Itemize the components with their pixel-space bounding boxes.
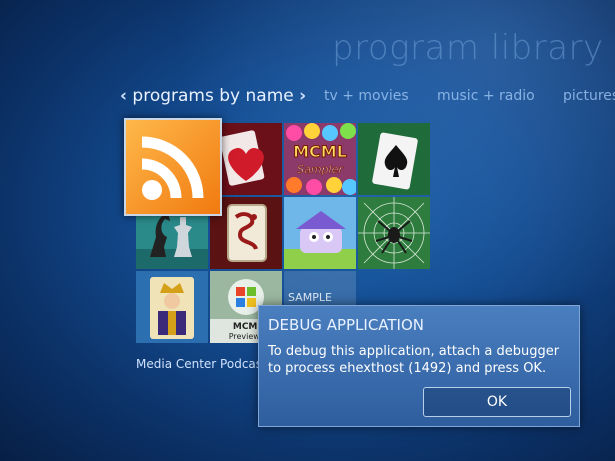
- spider-solitaire-tile[interactable]: [358, 197, 430, 269]
- tab-music-radio[interactable]: music + radio: [437, 88, 535, 104]
- spider-icon: [358, 197, 430, 269]
- rss-icon: [126, 120, 220, 214]
- svg-text:Sampler: Sampler: [297, 163, 344, 176]
- king-card-icon: [136, 271, 208, 343]
- tab-tv-movies[interactable]: tv + movies: [324, 88, 409, 104]
- debug-dialog: DEBUG APPLICATION To debug this applicat…: [258, 305, 580, 427]
- selected-item-caption: Media Center Podcast: [136, 357, 267, 371]
- freecell-tile[interactable]: [136, 271, 208, 343]
- purble-place-tile[interactable]: [284, 197, 356, 269]
- chevron-left-icon[interactable]: ‹: [120, 86, 127, 106]
- category-nav: ‹ programs by name › tv + movies music +…: [0, 86, 615, 110]
- dialog-title: DEBUG APPLICATION: [268, 316, 425, 334]
- candy-icon: MCML Sampler: [284, 123, 356, 195]
- chevron-right-icon[interactable]: ›: [299, 86, 306, 106]
- nav-active-label[interactable]: programs by name: [132, 86, 293, 106]
- tab-pictures[interactable]: pictures: [563, 88, 615, 104]
- svg-text:MCML: MCML: [293, 142, 347, 161]
- rss-feed-tile[interactable]: [124, 118, 222, 216]
- nav-active[interactable]: ‹ programs by name ›: [120, 86, 306, 106]
- page-title: program library: [332, 28, 604, 68]
- sample-tile-label: SAMPLE: [288, 291, 332, 304]
- mcml-sampler-tile[interactable]: MCML Sampler: [284, 123, 356, 195]
- purble-icon: [284, 197, 356, 269]
- dialog-message: To debug this application, attach a debu…: [268, 344, 560, 376]
- solitaire-tile[interactable]: [358, 123, 430, 195]
- spade-card-icon: [358, 123, 430, 195]
- ok-button[interactable]: OK: [423, 387, 571, 417]
